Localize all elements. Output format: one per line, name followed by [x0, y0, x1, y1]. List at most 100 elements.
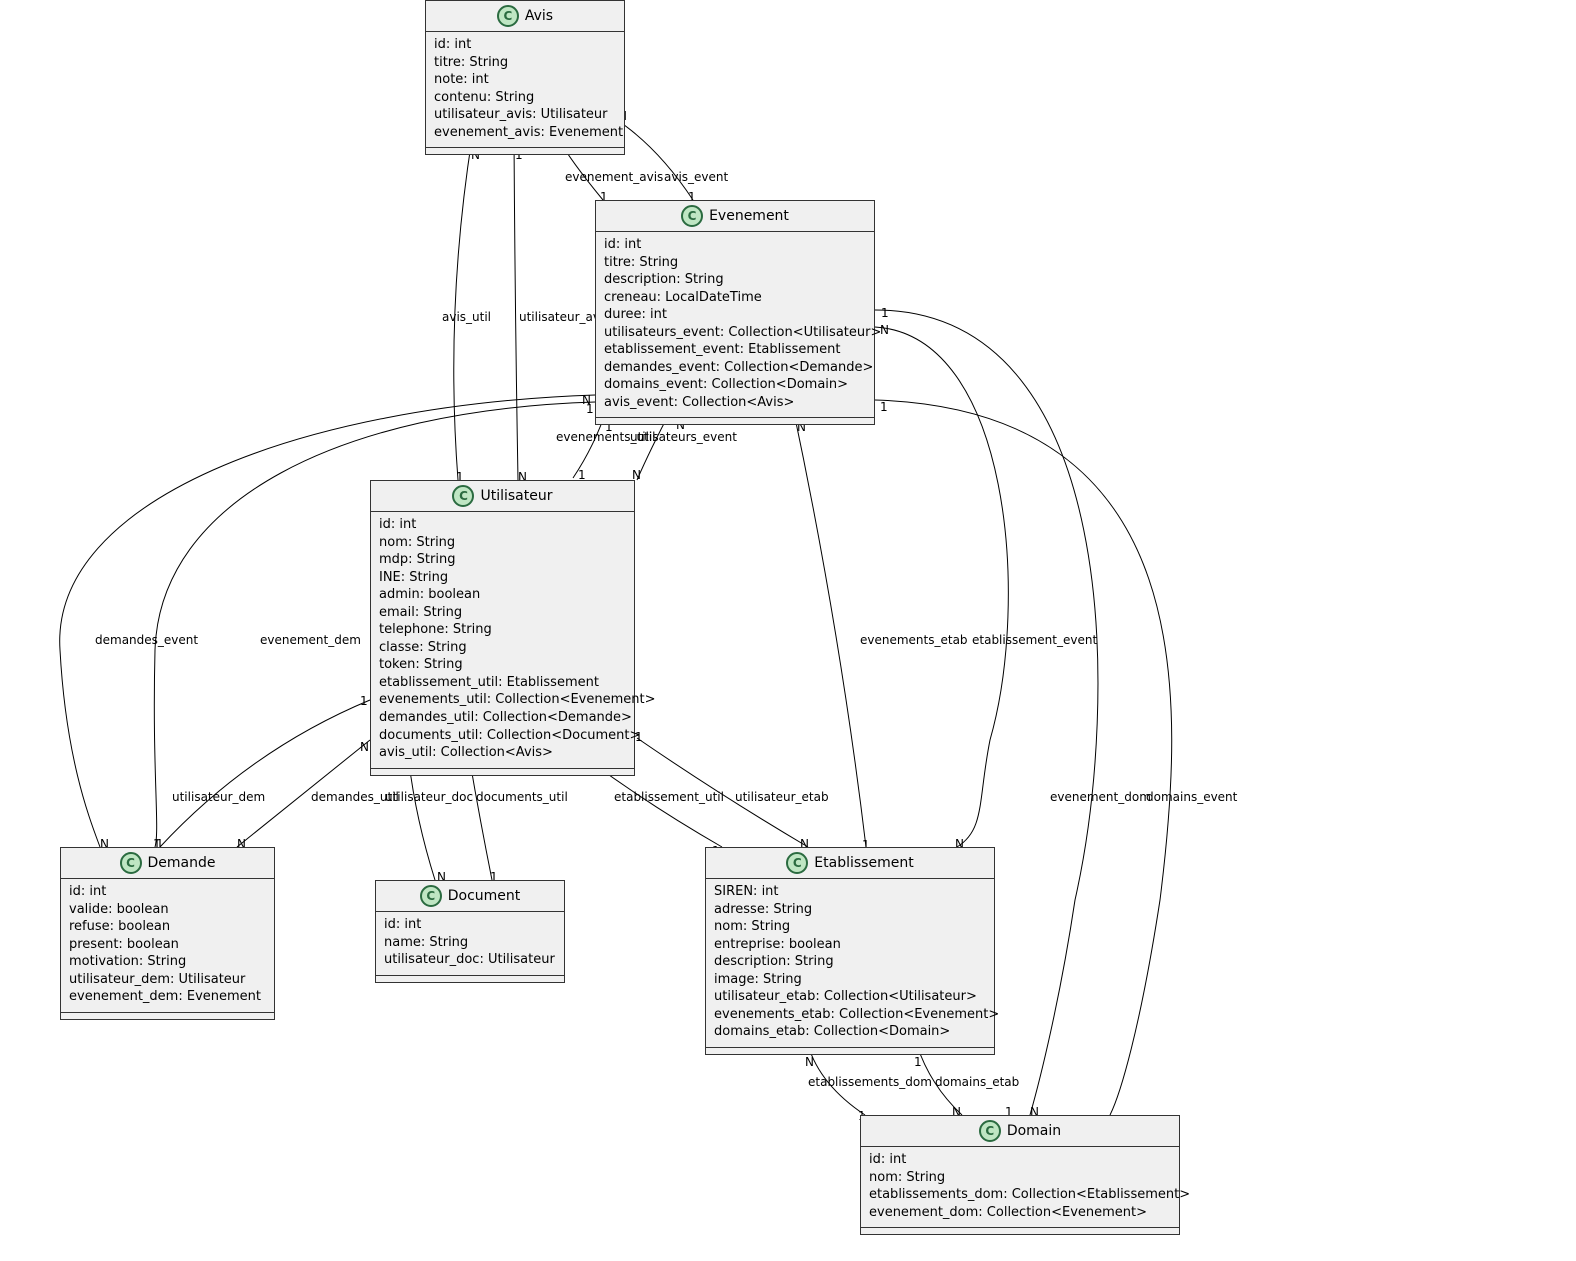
class-methods-empty [371, 769, 634, 775]
class-attribute: id: int [379, 516, 626, 534]
class-attributes: SIREN: intadresse: Stringnom: Stringentr… [706, 879, 994, 1048]
uml-diagram-canvas: evenement_avis N 1 avis_event N 1 avis_util N 1 u… [0, 0, 1576, 1261]
class-attribute: titre: String [434, 54, 616, 72]
class-attribute: etablissement_event: Etablissement [604, 341, 866, 359]
relationship-label: documents_util [476, 790, 568, 804]
class-attribute: description: String [604, 271, 866, 289]
class-icon: C [497, 5, 519, 27]
class-attribute: id: int [384, 916, 556, 934]
relationship-label: utilisateur_dem [172, 790, 265, 804]
class-icon: C [786, 852, 808, 874]
class-attributes: id: intname: Stringutilisateur_doc: Util… [376, 912, 564, 976]
class-attribute: evenements_util: Collection<Evenement> [379, 691, 626, 709]
relationship-edge [514, 138, 518, 480]
class-methods-empty [376, 976, 564, 982]
relationship-label: domains_etab [935, 1075, 1019, 1089]
class-title: Etablissement [814, 855, 913, 871]
class-attribute: INE: String [379, 569, 626, 587]
cardinality-label: 1 [360, 694, 368, 708]
cardinality-label: N [805, 1055, 814, 1069]
class-box-avis[interactable]: C Avis id: inttitre: Stringnote: intconten… [425, 0, 625, 155]
class-title: Document [448, 888, 521, 904]
cardinality-label: N [880, 323, 889, 337]
class-header: C Document [376, 881, 564, 912]
class-box-utilisateur[interactable]: CUtilisateurid: intnom: Stringmdp: Strin… [370, 480, 635, 776]
class-attribute: contenu: String [434, 89, 616, 107]
class-attribute: titre: String [604, 254, 866, 272]
relationship-label: utilisateur_doc [385, 790, 473, 804]
relationship-label: evenement_dom [1050, 790, 1151, 804]
relationship-label: etablissement_event [972, 633, 1097, 647]
class-attribute: mdp: String [379, 551, 626, 569]
class-attributes: id: intnom: Stringmdp: StringINE: String… [371, 512, 634, 769]
class-header: CEvenement [596, 201, 874, 232]
class-attribute: evenements_etab: Collection<Evenement> [714, 1006, 986, 1024]
class-icon: C [420, 885, 442, 907]
cardinality-label: 1 [586, 402, 594, 416]
class-attribute: utilisateurs_event: Collection<Utilisate… [604, 324, 866, 342]
class-box-etablissement[interactable]: C Etablissement SIREN: intadresse: Stringn… [705, 847, 995, 1055]
class-attribute: utilisateur_avis: Utilisateur [434, 106, 616, 124]
class-box-document[interactable]: C Document id: intname: Stringutilisateur_… [375, 880, 565, 983]
class-header: C Etablissement [706, 848, 994, 879]
relationship-label: evenement_avis [565, 170, 663, 184]
class-attribute: duree: int [604, 306, 866, 324]
class-attribute: entreprise: boolean [714, 936, 986, 954]
class-attribute: evenement_avis: Evenement [434, 124, 616, 142]
class-header: C Domain [861, 1116, 1179, 1147]
class-header: C Avis [426, 1, 624, 32]
class-box-evenement[interactable]: CEvenementid: inttitre: Stringdescriptio… [595, 200, 875, 425]
relationship-label: avis_util [442, 310, 491, 324]
class-attribute: evenement_dem: Evenement [69, 988, 266, 1006]
class-attribute: adresse: String [714, 901, 986, 919]
class-attribute: utilisateur_doc: Utilisateur [384, 951, 556, 969]
class-attributes: id: inttitre: Stringdescription: Stringc… [596, 232, 874, 418]
class-attribute: nom: String [714, 918, 986, 936]
relationship-label: domains_event [1146, 790, 1237, 804]
class-attribute: id: int [604, 236, 866, 254]
class-attribute: domains_event: Collection<Domain> [604, 376, 866, 394]
class-attribute: email: String [379, 604, 626, 622]
relationship-label: utilisateur_etab [735, 790, 829, 804]
class-icon: C [452, 485, 474, 507]
class-methods-empty [706, 1048, 994, 1054]
relationship-label: utilisateurs_event [630, 430, 737, 444]
class-attribute: etablissement_util: Etablissement [379, 674, 626, 692]
class-attributes: id: intnom: Stringetablissements_dom: Co… [861, 1147, 1179, 1228]
class-box-domain[interactable]: C Domain id: intnom: Stringetablissements_… [860, 1115, 1180, 1235]
class-icon: C [979, 1120, 1001, 1142]
class-attribute: nom: String [379, 534, 626, 552]
class-header: C Demande [61, 848, 274, 879]
class-attribute: description: String [714, 953, 986, 971]
class-attribute: demandes_event: Collection<Demande> [604, 359, 866, 377]
relationship-edge [875, 327, 1008, 847]
relationship-label: etablissements_dom [808, 1075, 932, 1089]
class-attribute: utilisateur_dem: Utilisateur [69, 971, 266, 989]
class-methods-empty [61, 1013, 274, 1019]
class-attributes: id: inttitre: Stringnote: intcontenu: St… [426, 32, 624, 148]
class-icon: C [120, 852, 142, 874]
class-attribute: utilisateur_etab: Collection<Utilisateur… [714, 988, 986, 1006]
relationship-label: evenement_dem [260, 633, 361, 647]
class-attribute: refuse: boolean [69, 918, 266, 936]
cardinality-label: 1 [914, 1055, 922, 1069]
class-box-demande[interactable]: CDemandeid: intvalide: booleanrefuse: bo… [60, 847, 275, 1020]
relationship-label: etablissement_util [614, 790, 724, 804]
class-attribute: present: boolean [69, 936, 266, 954]
relationship-label: avis_event [664, 170, 728, 184]
class-methods-empty [861, 1228, 1179, 1234]
cardinality-label: N [360, 740, 369, 754]
class-title: Avis [525, 8, 553, 24]
class-attribute: token: String [379, 656, 626, 674]
class-attribute: id: int [434, 36, 616, 54]
class-attribute: avis_util: Collection<Avis> [379, 744, 626, 762]
class-title: Domain [1007, 1123, 1061, 1139]
class-title: Demande [148, 855, 216, 871]
class-attribute: nom: String [869, 1169, 1171, 1187]
class-attribute: name: String [384, 934, 556, 952]
class-icon: C [681, 205, 703, 227]
class-attribute: admin: boolean [379, 586, 626, 604]
class-attribute: id: int [869, 1151, 1171, 1169]
class-attribute: creneau: LocalDateTime [604, 289, 866, 307]
relationship-edge [160, 700, 370, 847]
